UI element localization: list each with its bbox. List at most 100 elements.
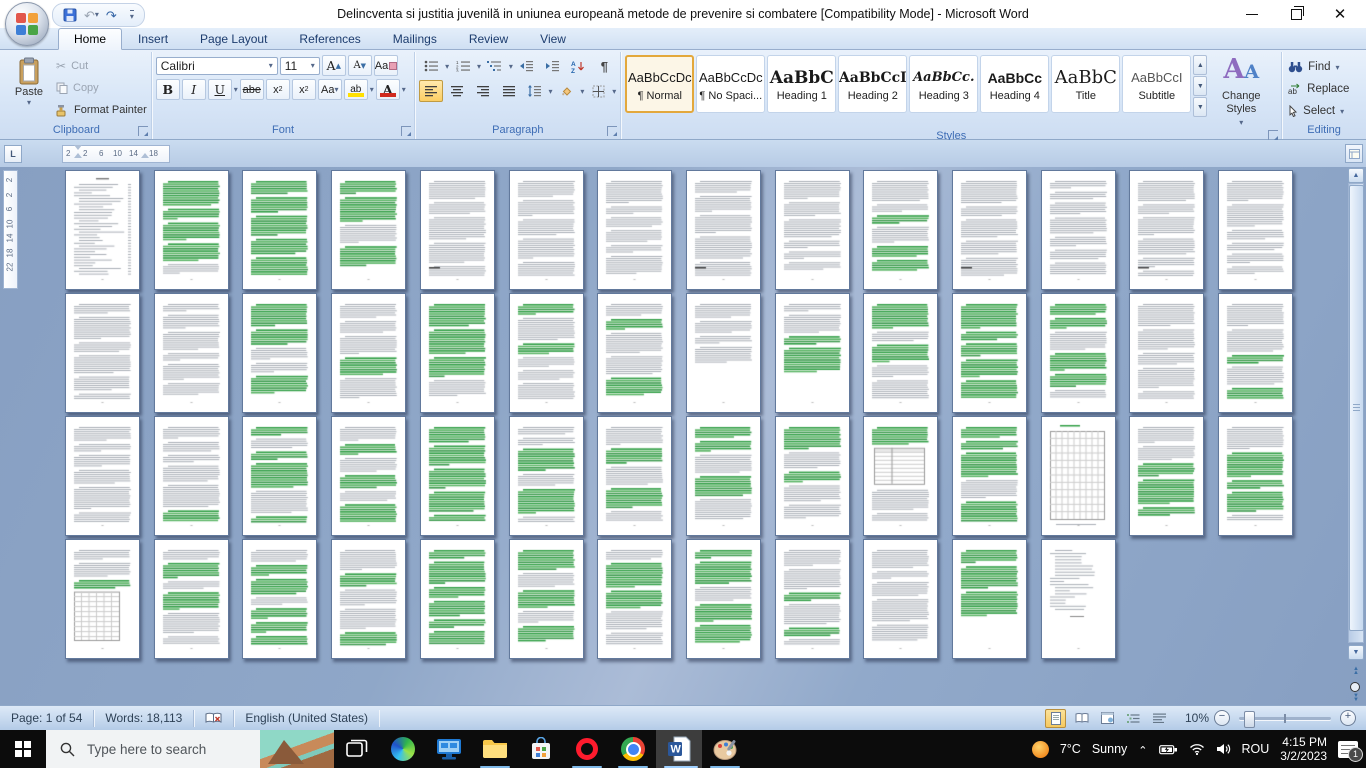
- taskbar-app-opera[interactable]: [564, 730, 610, 768]
- office-button[interactable]: [5, 2, 49, 46]
- multilevel-list-button[interactable]: [483, 55, 507, 77]
- clear-formatting-button[interactable]: Aa: [373, 55, 399, 76]
- select-browse-object-button[interactable]: [1350, 682, 1360, 692]
- full-screen-reading-view-button[interactable]: [1071, 709, 1092, 728]
- line-spacing-button[interactable]: [523, 80, 547, 102]
- page-thumbnail[interactable]: [774, 170, 850, 290]
- page-thumbnail[interactable]: [331, 170, 407, 290]
- styles-scroll-up-button[interactable]: ▲: [1193, 55, 1208, 75]
- page-thumbnail[interactable]: [508, 539, 584, 659]
- scroll-up-button[interactable]: ▲: [1348, 168, 1364, 183]
- copy-button[interactable]: Copy: [56, 79, 147, 97]
- weather-sun-icon[interactable]: [1031, 740, 1049, 758]
- bold-button[interactable]: B: [155, 79, 180, 100]
- tray-overflow-chevron-icon[interactable]: ⌃: [1138, 744, 1147, 757]
- search-highlight-image[interactable]: [260, 730, 334, 768]
- page-thumbnail[interactable]: [597, 170, 673, 290]
- taskbar-app-paint[interactable]: [702, 730, 748, 768]
- numbering-button[interactable]: 123: [451, 55, 475, 77]
- bullets-button[interactable]: [419, 55, 443, 77]
- font-dialog-launcher[interactable]: [401, 126, 412, 136]
- align-right-button[interactable]: [471, 80, 495, 102]
- justify-button[interactable]: [497, 80, 521, 102]
- page-thumbnail[interactable]: [419, 293, 495, 413]
- tab-references[interactable]: References: [283, 28, 376, 49]
- styles-scroll-down-button[interactable]: ▼: [1193, 76, 1208, 96]
- page-thumbnail[interactable]: [952, 293, 1027, 413]
- tab-selector-button[interactable]: L: [4, 145, 22, 163]
- speaker-icon[interactable]: [1216, 743, 1231, 755]
- style-no-spacing[interactable]: AaBbCcDc ¶ No Spaci...: [696, 55, 766, 113]
- page-thumbnail[interactable]: [508, 170, 584, 290]
- scrollbar-track[interactable]: [1348, 183, 1364, 643]
- tab-review[interactable]: Review: [453, 28, 524, 49]
- task-view-button[interactable]: [334, 730, 380, 768]
- horizontal-ruler[interactable]: 2 2 6 10 14 18: [62, 145, 170, 163]
- page-thumbnail[interactable]: [1040, 539, 1116, 659]
- page-thumbnail[interactable]: [863, 293, 939, 413]
- page-thumbnail[interactable]: [65, 416, 140, 536]
- view-ruler-toggle-button[interactable]: [1345, 144, 1363, 163]
- italic-button[interactable]: I: [181, 79, 206, 100]
- taskbar-app-store[interactable]: [518, 730, 564, 768]
- undo-button[interactable]: ↶ ▾: [84, 9, 99, 22]
- style-title[interactable]: AaBbC Title: [1051, 55, 1121, 113]
- page-thumbnail[interactable]: [1129, 293, 1205, 413]
- page-thumbnail[interactable]: [65, 170, 140, 290]
- select-button[interactable]: Select ▾: [1288, 102, 1360, 120]
- style-heading-2[interactable]: AaBbCcI Heading 2: [838, 55, 908, 113]
- replace-button[interactable]: ab Replace: [1288, 80, 1360, 98]
- page-thumbnail[interactable]: [863, 170, 939, 290]
- redo-button[interactable]: ↷: [106, 9, 117, 22]
- scroll-down-button[interactable]: ▼: [1348, 645, 1364, 660]
- page-thumbnail[interactable]: [597, 416, 673, 536]
- action-center-icon[interactable]: 1: [1338, 740, 1363, 762]
- customize-quick-access-icon[interactable]: ▾: [129, 9, 134, 21]
- zoom-slider[interactable]: [1239, 710, 1331, 728]
- shading-button[interactable]: [555, 80, 579, 102]
- weather-condition[interactable]: Sunny: [1092, 742, 1127, 756]
- style-subtitle[interactable]: AaBbCcI Subtitle: [1122, 55, 1192, 113]
- taskbar-search[interactable]: Type here to search: [46, 730, 334, 768]
- page-thumbnail[interactable]: [1040, 416, 1116, 536]
- page-thumbnail[interactable]: [1218, 416, 1294, 536]
- language-status[interactable]: English (United States): [234, 710, 379, 727]
- page-thumbnail[interactable]: [419, 416, 495, 536]
- page-thumbnail[interactable]: [508, 293, 584, 413]
- page-thumbnail[interactable]: [1129, 170, 1205, 290]
- close-button[interactable]: ✕: [1318, 0, 1362, 28]
- page-thumbnail[interactable]: [153, 416, 229, 536]
- page-thumbnail[interactable]: [952, 416, 1027, 536]
- format-painter-button[interactable]: Format Painter: [56, 101, 147, 119]
- page-thumbnail[interactable]: [242, 539, 318, 659]
- styles-more-button[interactable]: ▼: [1193, 97, 1208, 117]
- superscript-button[interactable]: x2: [291, 79, 316, 100]
- page-thumbnail[interactable]: [1218, 293, 1294, 413]
- highlight-button[interactable]: ab: [343, 79, 368, 100]
- tab-view[interactable]: View: [524, 28, 582, 49]
- tab-home[interactable]: Home: [58, 28, 123, 50]
- proofing-status[interactable]: [194, 709, 235, 727]
- font-name-select[interactable]: Calibri ▾: [155, 56, 278, 75]
- decrease-indent-button[interactable]: [515, 55, 539, 77]
- page-thumbnail[interactable]: [1129, 416, 1205, 536]
- zoom-in-button[interactable]: +: [1340, 710, 1356, 726]
- page-thumbnail[interactable]: [774, 416, 850, 536]
- minimize-button[interactable]: [1230, 0, 1274, 28]
- print-layout-view-button[interactable]: [1045, 708, 1066, 728]
- zoom-slider-thumb[interactable]: [1244, 710, 1255, 728]
- taskbar-app-word[interactable]: W: [656, 730, 702, 768]
- draft-view-button[interactable]: [1149, 709, 1170, 728]
- next-page-button[interactable]: ▼ ▼: [1350, 693, 1362, 703]
- clock[interactable]: 4:15 PM 3/2/2023: [1280, 735, 1327, 764]
- page-thumbnail[interactable]: [331, 539, 407, 659]
- page-thumbnail[interactable]: [242, 293, 318, 413]
- style-heading-4[interactable]: AaBbCc Heading 4: [980, 55, 1050, 113]
- style-heading-3[interactable]: AaBbCc. Heading 3: [909, 55, 979, 113]
- page-thumbnail[interactable]: [1040, 170, 1116, 290]
- page-thumbnail[interactable]: [685, 416, 761, 536]
- paste-button[interactable]: Paste ▾: [6, 55, 52, 123]
- restore-button[interactable]: [1274, 0, 1318, 28]
- shrink-font-button[interactable]: A ▼: [347, 55, 372, 76]
- page-thumbnail[interactable]: [153, 293, 229, 413]
